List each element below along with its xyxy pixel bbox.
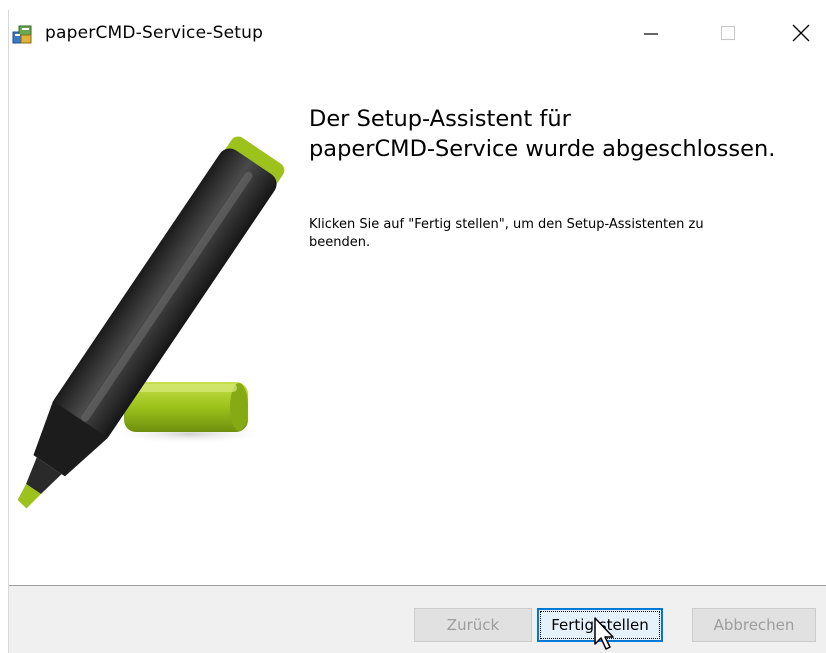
setup-window: paperCMD-Service-Setup Der Setup-Assiste… [0,0,826,653]
marker-cap [124,382,248,432]
minimize-icon [644,33,658,35]
heading-line-2: paperCMD-Service wurde abgeschlossen. [309,136,776,162]
highlighter-marker-image [17,136,285,509]
button-bar: Zurück Fertig stellen Abbrechen [9,586,826,653]
title-bar[interactable]: paperCMD-Service-Setup [9,10,826,56]
close-icon [792,24,810,42]
completion-instructions: Klicken Sie auf "Fertig stellen", um den… [309,216,819,252]
instructions-line-1: Klicken Sie auf "Fertig stellen", um den… [309,217,704,232]
maximize-button[interactable] [699,10,757,56]
mouse-pointer-icon [594,617,614,650]
cancel-button[interactable]: Abbrechen [692,608,816,642]
wizard-content: Der Setup-Assistent für paperCMD-Service… [9,56,826,586]
heading-line-1: Der Setup-Assistent für [309,106,571,132]
instructions-line-2: beenden. [309,235,371,250]
window-title: paperCMD-Service-Setup [45,23,264,43]
back-button[interactable]: Zurück [414,608,532,642]
maximize-icon [720,25,736,41]
installer-icon [12,25,32,44]
completion-heading: Der Setup-Assistent für paperCMD-Service… [309,104,819,164]
close-button[interactable] [772,10,826,56]
minimize-button[interactable] [622,10,680,56]
